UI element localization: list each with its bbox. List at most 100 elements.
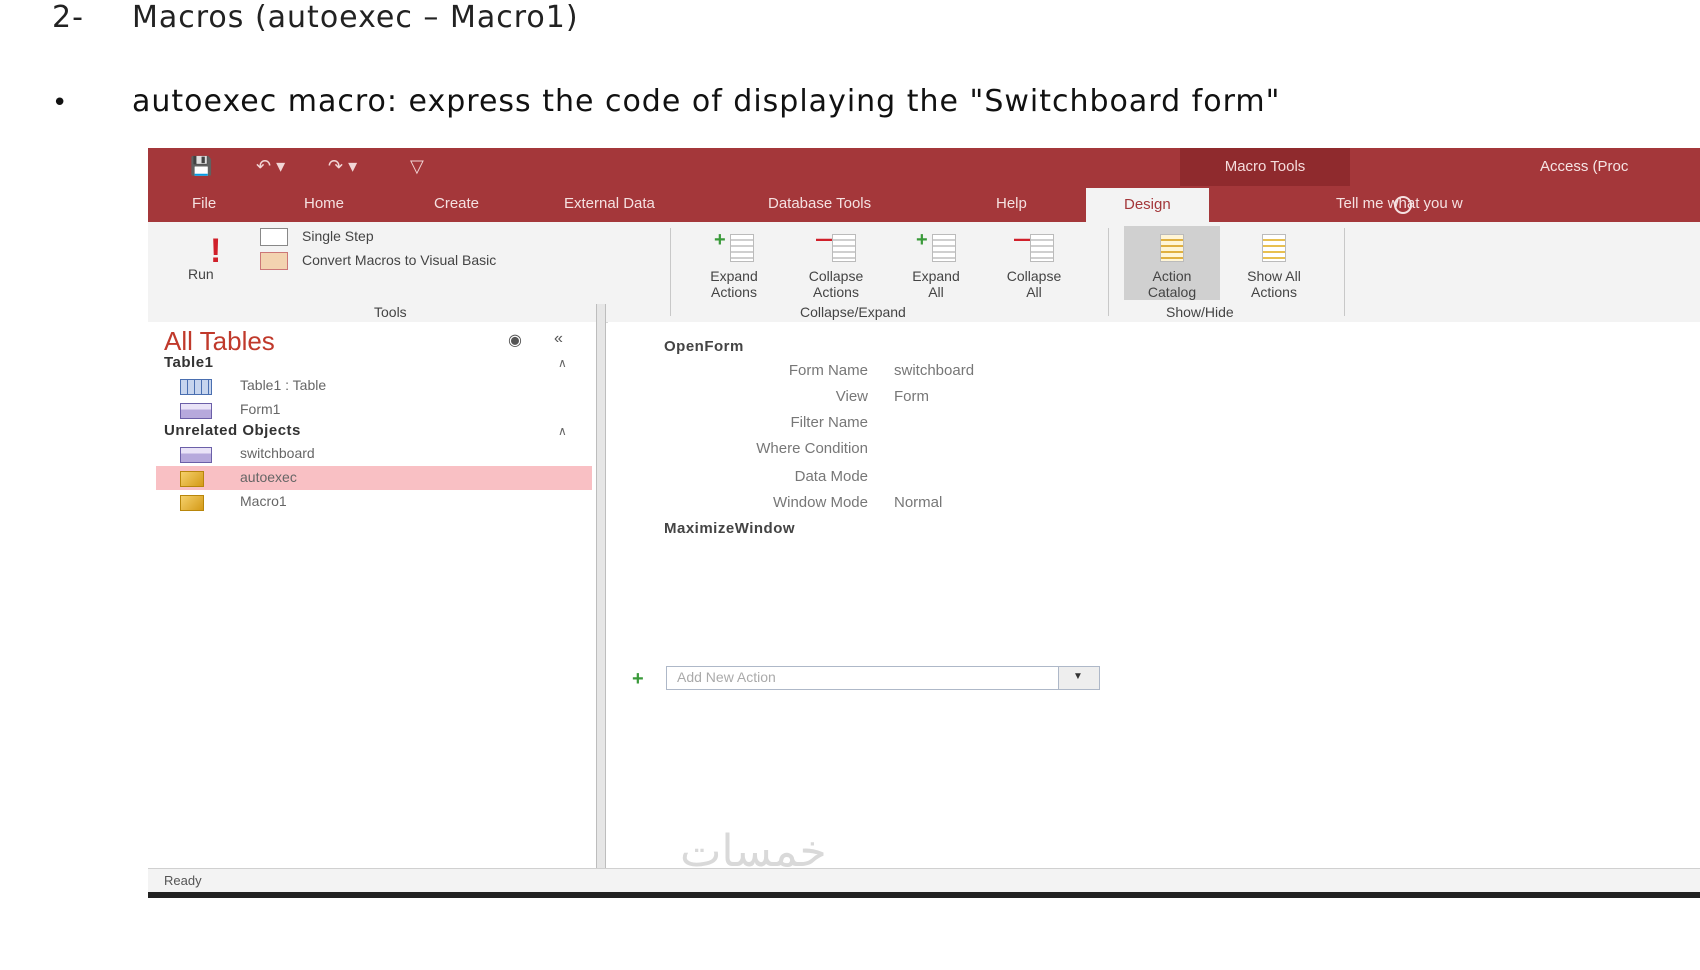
tab-file[interactable]: File	[192, 186, 216, 222]
expand-actions-label-1: Expand	[710, 268, 758, 284]
add-action-plus-icon: +	[632, 668, 644, 690]
form-icon	[180, 447, 212, 463]
arg-label-where-condition: Where Condition	[756, 440, 868, 457]
show-all-actions-button[interactable]: Show All Actions	[1226, 226, 1322, 300]
nav-item-label: autoexec	[240, 469, 297, 485]
run-label: Run	[188, 266, 214, 282]
single-step-icon	[260, 228, 288, 246]
convert-label: Convert Macros to Visual Basic	[302, 252, 497, 268]
arg-label-view: View	[835, 388, 868, 405]
add-new-action-combobox[interactable]: Add New Action ▼	[666, 666, 1100, 690]
show-all-icon	[1262, 234, 1286, 262]
nav-item-label: Table1 : Table	[240, 377, 327, 393]
chevron-down-icon: ▼	[1073, 671, 1083, 682]
ribbon-separator	[1108, 228, 1109, 316]
action-catalog-label-1: Action	[1152, 268, 1192, 284]
tab-home[interactable]: Home	[304, 186, 344, 222]
pane-splitter[interactable]	[596, 304, 606, 870]
action-maximizewindow[interactable]: MaximizeWindow	[664, 520, 795, 537]
ribbon-separator	[670, 228, 671, 316]
document-heading: 2- Macros (autoexec – Macro1)	[52, 0, 579, 35]
single-step-label: Single Step	[302, 228, 374, 244]
nav-item-label: Form1	[240, 401, 281, 417]
single-step-button[interactable]: Single Step	[260, 226, 460, 246]
show-all-actions-label-2: Actions	[1251, 284, 1297, 300]
macro-icon	[180, 495, 204, 511]
convert-icon	[260, 252, 288, 270]
nav-item-label: Macro1	[240, 493, 287, 509]
collapse-actions-button[interactable]: — Collapse Actions	[788, 226, 884, 301]
ribbon: ! Run Single Step Convert Macros to Visu…	[148, 222, 1700, 323]
dropdown-button[interactable]: ▼	[1058, 667, 1099, 689]
exclamation-icon: !	[210, 232, 222, 270]
macro-icon	[180, 471, 204, 487]
save-icon[interactable]: 💾	[190, 156, 212, 177]
lines-icon	[1030, 234, 1054, 262]
tab-design[interactable]: Design	[1086, 188, 1209, 222]
tab-create[interactable]: Create	[434, 186, 479, 222]
expand-all-label-1: Expand	[912, 268, 960, 284]
arg-value-form-name[interactable]: switchboard	[894, 362, 974, 379]
nav-item-autoexec[interactable]: autoexec	[156, 466, 592, 490]
nav-group-table1[interactable]: Table1	[164, 354, 213, 371]
search-circle-icon[interactable]: ◉	[508, 330, 522, 350]
convert-macros-button[interactable]: Convert Macros to Visual Basic	[260, 250, 660, 270]
action-catalog-button[interactable]: Action Catalog	[1124, 226, 1220, 300]
ribbon-tabs: File Home Create External Data Database …	[148, 186, 1700, 222]
tab-help[interactable]: Help	[996, 186, 1027, 222]
collapse-actions-label-2: Actions	[813, 284, 859, 300]
collapse-all-label-1: Collapse	[1006, 268, 1062, 284]
macro-tools-context-label: Macro Tools	[1180, 148, 1350, 186]
arg-label-data-mode: Data Mode	[794, 468, 868, 485]
lines-icon	[932, 234, 956, 262]
nav-group-unrelated-objects[interactable]: Unrelated Objects	[164, 422, 301, 439]
app-title: Access (Proc	[1540, 158, 1629, 175]
expand-all-button[interactable]: + Expand All	[888, 226, 984, 300]
add-new-action-placeholder: Add New Action	[677, 669, 776, 685]
bullet-icon: •	[52, 88, 69, 118]
nav-pane-title[interactable]: All Tables	[164, 326, 275, 357]
arg-label-window-mode: Window Mode	[772, 494, 868, 511]
tab-database-tools[interactable]: Database Tools	[768, 186, 871, 222]
nav-item-switchboard[interactable]: switchboard	[156, 442, 592, 466]
chevron-up-icon[interactable]: ∧	[558, 356, 567, 370]
redo-icon[interactable]: ↷ ▾	[328, 156, 357, 177]
action-openform[interactable]: OpenForm	[664, 338, 744, 355]
nav-item-form1[interactable]: Form1	[156, 398, 592, 422]
expand-all-label-2: All	[928, 284, 944, 300]
watermark-logo: خمسات	[680, 826, 827, 877]
customize-qat-icon[interactable]: ▽	[410, 156, 424, 177]
nav-item-table1-table[interactable]: Table1 : Table	[156, 374, 592, 398]
bullet-text: autoexec macro: express the code of disp…	[132, 84, 1281, 119]
arg-value-view[interactable]: Form	[894, 388, 929, 405]
arg-value-window-mode[interactable]: Normal	[894, 494, 942, 511]
plus-icon: +	[714, 229, 726, 251]
macro-designer: OpenForm Form Name switchboard View Form…	[608, 322, 1700, 882]
taskbar	[148, 892, 1700, 898]
run-button[interactable]: ! Run	[168, 226, 248, 286]
title-bar: 💾 ↶ ▾ ↷ ▾ ▽ Macro Tools Access (Proc	[148, 148, 1700, 186]
action-catalog-label-2: Catalog	[1147, 284, 1197, 300]
arg-label-filter-name: Filter Name	[790, 414, 868, 431]
status-bar: Ready	[148, 868, 1700, 893]
navigation-pane: All Tables ◉ « Table1 ∧ Table1 : Table F…	[148, 322, 596, 882]
show-hide-group-label: Show/Hide	[1166, 304, 1234, 320]
collapse-all-button[interactable]: — Collapse All	[986, 226, 1082, 301]
undo-icon[interactable]: ↶ ▾	[256, 156, 285, 177]
chevron-up-icon[interactable]: ∧	[558, 424, 567, 438]
table-icon	[180, 379, 212, 395]
ribbon-separator	[1344, 228, 1345, 316]
expand-actions-button[interactable]: + Expand Actions	[686, 226, 782, 300]
plus-icon: +	[916, 229, 928, 251]
lines-icon	[730, 234, 754, 262]
expand-actions-label-2: Actions	[711, 284, 757, 300]
nav-item-label: switchboard	[240, 445, 315, 461]
tell-me-box[interactable]: Tell me what you w	[1336, 186, 1463, 222]
catalog-icon	[1160, 234, 1184, 262]
nav-item-macro1[interactable]: Macro1	[156, 490, 592, 514]
collapse-pane-icon[interactable]: «	[554, 330, 563, 348]
arg-label-form-name: Form Name	[788, 362, 868, 379]
access-window: 💾 ↶ ▾ ↷ ▾ ▽ Macro Tools Access (Proc Fil…	[148, 148, 1700, 970]
tab-external-data[interactable]: External Data	[564, 186, 655, 222]
heading-text: Macros (autoexec – Macro1)	[132, 0, 579, 35]
